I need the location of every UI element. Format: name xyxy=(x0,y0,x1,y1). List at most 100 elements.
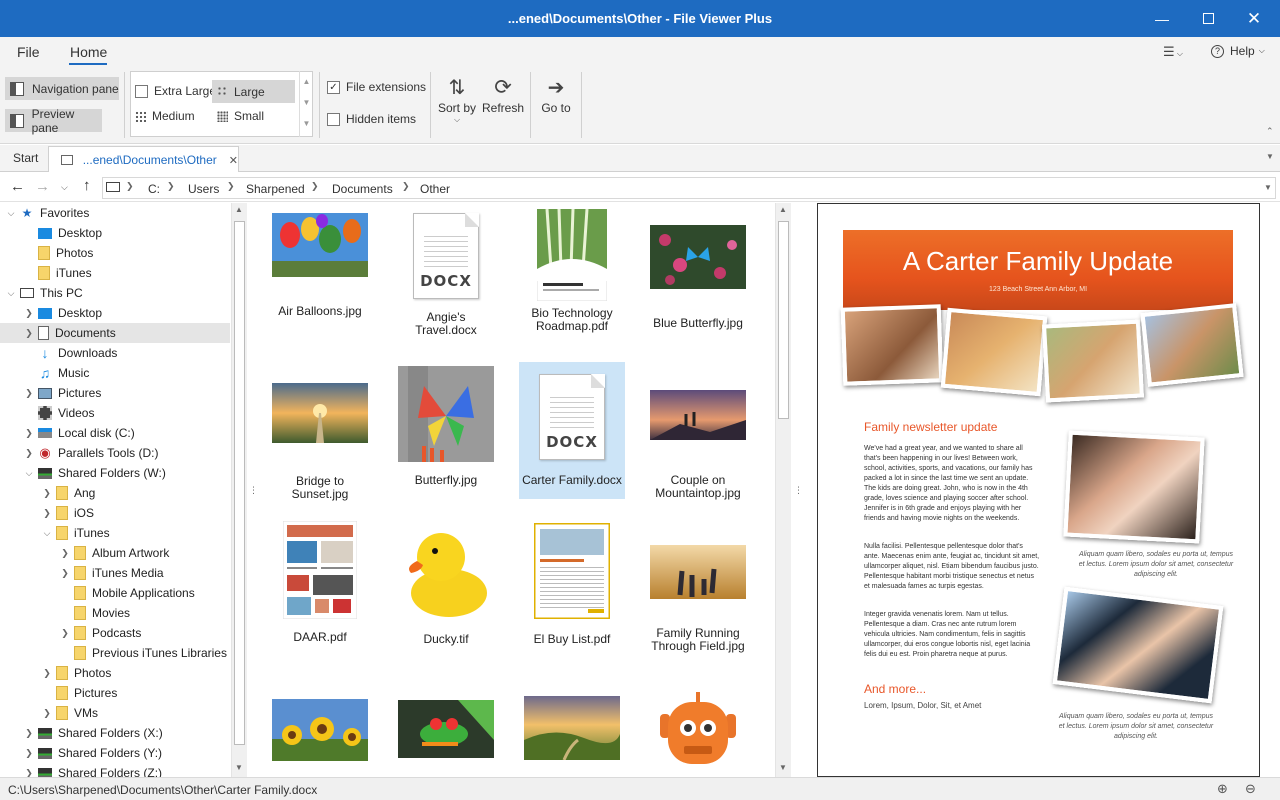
crumb-users[interactable]: Users xyxy=(188,182,219,196)
file-item[interactable] xyxy=(519,696,625,760)
tree-itunes-media[interactable]: ❯ iTunes Media xyxy=(60,563,164,583)
computer-icon xyxy=(106,182,120,192)
tree-desktop[interactable]: ❯ Desktop xyxy=(24,303,102,323)
tree-prev-libs[interactable]: Previous iTunes Libraries xyxy=(70,643,227,663)
tree-ios[interactable]: ❯ iOS xyxy=(42,503,94,523)
file-item-selected[interactable]: DOCX Carter Family.docx xyxy=(519,362,625,499)
crumb-sharpened[interactable]: Sharpened xyxy=(246,182,305,196)
medium-option[interactable]: Medium xyxy=(135,109,195,123)
tree-documents[interactable]: ❯ Documents xyxy=(0,323,230,343)
large-option[interactable]: Large xyxy=(212,80,295,103)
close-tab-icon[interactable]: ✕ xyxy=(229,154,238,167)
file-menu[interactable]: File xyxy=(17,44,40,60)
file-item[interactable]: Ducky.tif xyxy=(393,523,499,646)
hidden-items-checkbox[interactable]: Hidden items xyxy=(327,112,416,126)
scroll-down-icon[interactable]: ▼ xyxy=(779,763,787,772)
tree-photos[interactable]: ❯ Photos xyxy=(42,663,111,683)
tree-shared-y[interactable]: ❯ Shared Folders (Y:) xyxy=(24,743,162,763)
tree-label: Shared Folders (X:) xyxy=(58,726,163,740)
tree-fav-desktop[interactable]: Desktop xyxy=(34,223,102,243)
grid-scrollbar[interactable]: ▲ ▼ xyxy=(775,203,791,777)
tree-videos[interactable]: Videos xyxy=(34,403,94,423)
file-name: Travel.docx xyxy=(415,323,477,337)
tree-vms[interactable]: ❯ VMs xyxy=(42,703,98,723)
recent-locations-icon[interactable]: ⌵ xyxy=(61,182,68,193)
grid-scroll-thumb[interactable] xyxy=(778,221,789,419)
scroll-down-icon[interactable]: ▼ xyxy=(235,763,243,772)
file-item[interactable]: DAAR.pdf xyxy=(267,521,373,644)
crumb-c[interactable]: C: xyxy=(148,182,160,196)
scroll-up-icon[interactable]: ▲ xyxy=(235,205,243,214)
help-menu[interactable]: ? Help ⌵ xyxy=(1211,44,1265,58)
extra-large-option[interactable]: Extra Large xyxy=(135,84,216,98)
small-option[interactable]: Small xyxy=(217,109,264,123)
navigation-pane-button[interactable]: Navigation pane xyxy=(5,77,119,100)
minimize-button[interactable]: — xyxy=(1139,0,1185,37)
tree-movies[interactable]: Movies xyxy=(70,603,130,623)
sort-by-button[interactable]: ⇅ Sort by ⌵ xyxy=(437,75,477,125)
file-item[interactable]: Butterfly.jpg xyxy=(393,366,499,487)
close-button[interactable]: ✕ xyxy=(1231,0,1277,37)
tab-current[interactable]: ...ened\Documents\Other ✕ xyxy=(48,146,239,173)
file-extensions-checkbox[interactable]: ✓ File extensions xyxy=(327,80,426,94)
tree-pictures[interactable]: ❯ Pictures xyxy=(24,383,101,403)
maximize-button[interactable] xyxy=(1185,0,1231,37)
splitter-grip[interactable]: ⋮ xyxy=(794,485,803,496)
forward-icon[interactable]: → xyxy=(35,178,50,195)
tree-label: Ang xyxy=(74,486,96,500)
refresh-button[interactable]: ⟳ Refresh xyxy=(481,75,525,115)
tree-ang[interactable]: ❯ Ang xyxy=(42,483,95,503)
tree-podcasts[interactable]: ❯ Podcasts xyxy=(60,623,141,643)
collapse-ribbon-icon[interactable]: ⌃ xyxy=(1266,126,1274,137)
options-icon[interactable]: ☰ ⌵ xyxy=(1163,44,1183,60)
daar-thumbnail xyxy=(283,521,357,619)
crumb-documents[interactable]: Documents xyxy=(332,182,393,196)
tree-favorites[interactable]: ⌵ ★ Favorites xyxy=(6,203,90,223)
tree-downloads[interactable]: ↓ Downloads xyxy=(34,343,118,363)
file-item[interactable]: Family Running Through Field.jpg xyxy=(645,545,751,653)
home-tab[interactable]: Home xyxy=(70,44,107,60)
file-item[interactable]: Blue Butterfly.jpg xyxy=(645,225,751,330)
preview-pane-button[interactable]: Preview pane xyxy=(5,107,102,135)
tree-pictures2[interactable]: Pictures xyxy=(52,683,117,703)
tree-shared-w[interactable]: ⌵ Shared Folders (W:) xyxy=(24,463,166,483)
tree-itunes[interactable]: ⌵ iTunes xyxy=(42,523,110,543)
file-item[interactable]: El Buy List.pdf xyxy=(519,523,625,646)
crumb-other[interactable]: Other xyxy=(420,182,450,196)
tab-start[interactable]: Start xyxy=(13,151,38,165)
tree-fav-itunes[interactable]: iTunes xyxy=(34,263,92,283)
tree-fav-photos[interactable]: Photos xyxy=(34,243,93,263)
tree-this-pc[interactable]: ⌵ This PC xyxy=(6,283,83,303)
file-item[interactable] xyxy=(393,700,499,758)
nav-scrollbar[interactable]: ▲ ▼ xyxy=(231,203,247,777)
file-item[interactable] xyxy=(267,699,373,761)
help-icon: ? xyxy=(1211,44,1224,58)
gallery-scroll[interactable]: ▲ ▼ ▼ xyxy=(299,71,313,137)
nav-scroll-thumb[interactable] xyxy=(234,221,245,745)
file-item[interactable]: Air Balloons.jpg xyxy=(267,213,373,318)
tab-list-icon[interactable]: ▼ xyxy=(1266,152,1274,161)
family-photo xyxy=(840,304,944,386)
tree-shared-x[interactable]: ❯ Shared Folders (X:) xyxy=(24,723,163,743)
file-name: Roadmap.pdf xyxy=(535,319,609,333)
back-icon[interactable]: ← xyxy=(10,178,25,195)
scroll-up-icon[interactable]: ▲ xyxy=(779,205,787,214)
file-item[interactable]: DOCX Angie's Travel.docx xyxy=(393,213,499,337)
zoom-in-icon[interactable]: ⊕ xyxy=(1217,781,1228,797)
tree-label: VMs xyxy=(74,706,98,720)
tree-album-artwork[interactable]: ❯ Album Artwork xyxy=(60,543,169,563)
file-item[interactable]: Bridge to Sunset.jpg xyxy=(267,383,373,501)
file-item[interactable] xyxy=(645,692,751,776)
file-item[interactable]: Couple on Mountaintop.jpg xyxy=(645,390,751,500)
go-to-button[interactable]: ➔ Go to xyxy=(537,75,575,115)
address-dropdown-icon[interactable]: ▼ xyxy=(1264,183,1272,192)
tree-parallels[interactable]: ❯ ◉ Parallels Tools (D:) xyxy=(24,443,158,463)
zoom-out-icon[interactable]: ⊖ xyxy=(1245,781,1256,797)
file-item[interactable]: Bio Technology Roadmap.pdf xyxy=(519,209,625,333)
tree-music[interactable]: ♫ Music xyxy=(34,363,90,383)
robot-thumbnail xyxy=(660,692,736,764)
refresh-icon: ⟳ xyxy=(494,76,512,99)
tree-mobile-apps[interactable]: Mobile Applications xyxy=(70,583,195,603)
tree-local-disk[interactable]: ❯ Local disk (C:) xyxy=(24,423,134,443)
up-icon[interactable]: ↑ xyxy=(83,177,91,194)
